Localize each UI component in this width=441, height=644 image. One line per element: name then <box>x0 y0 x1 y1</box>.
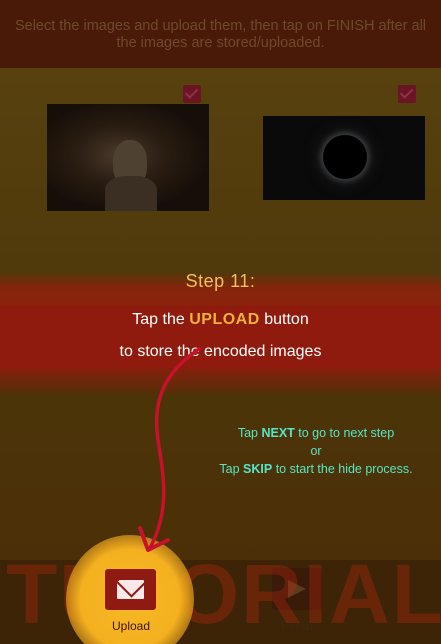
upload-label: Upload <box>111 619 151 633</box>
upload-button[interactable] <box>105 569 156 610</box>
tutorial-overlay[interactable]: Step 11: Tap the UPLOAD button to store … <box>0 0 441 644</box>
mail-icon <box>117 580 144 599</box>
pointer-arrow-line <box>148 347 201 550</box>
pointer-arrow <box>138 347 201 552</box>
